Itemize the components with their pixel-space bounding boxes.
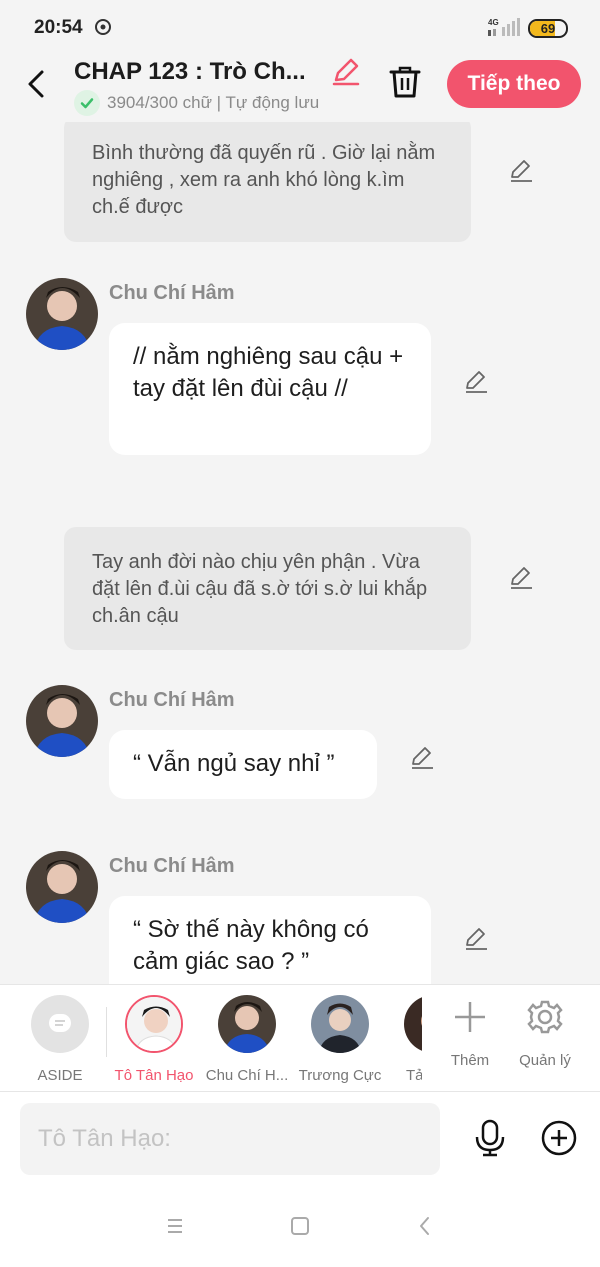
alarm-icon (95, 19, 111, 35)
edit-pencil-icon[interactable] (508, 564, 534, 590)
plus-icon (455, 1002, 485, 1032)
message-bubble[interactable]: “ Sờ thế này không có cảm giác sao ? ” (109, 896, 431, 984)
manage-label: Quản lý (519, 1052, 571, 1069)
trash-icon[interactable] (388, 64, 422, 100)
avatar[interactable] (26, 851, 98, 923)
word-count-row: 3904/300 chữ | Tự động lưu (74, 90, 319, 116)
character-label: Chu Chí H... (205, 1067, 289, 1084)
system-nav-bar (0, 1188, 600, 1267)
message-bubble[interactable]: “ Vẫn ngủ say nhỉ ” (109, 730, 377, 799)
editor-header: CHAP 123 : Trò Ch... 3904/300 chữ | Tự đ… (0, 56, 600, 122)
chat-area[interactable]: Bình thường đã quyến rũ . Giờ lại nằm ng… (0, 122, 600, 984)
character-label: Tô Tân Hạo (114, 1067, 194, 1084)
input-row (0, 1092, 600, 1188)
message-input[interactable] (20, 1103, 440, 1175)
character-label: Trương Cực (298, 1067, 382, 1084)
avatar (311, 995, 369, 1053)
character-label: ASIDE (37, 1067, 83, 1084)
check-icon (74, 90, 100, 116)
signal-icon: 4G (488, 18, 520, 36)
gear-icon (527, 1000, 563, 1034)
message-text: “ Sờ thế này không có cảm giác sao ? ” (133, 916, 369, 975)
avatar (125, 995, 183, 1053)
aside-text: Bình thường đã quyến rũ . Giờ lại nằm ng… (92, 142, 436, 218)
speaker-name: Chu Chí Hâm (109, 689, 235, 711)
aside-text: Tay anh đời nào chịu yên phận . Vừa đặt … (92, 551, 428, 627)
menu-icon[interactable] (163, 1214, 187, 1238)
edit-pencil-icon[interactable] (463, 368, 489, 394)
back-icon[interactable] (413, 1214, 437, 1238)
aside-message[interactable]: Bình thường đã quyến rũ . Giờ lại nằm ng… (64, 122, 471, 242)
divider (106, 1007, 107, 1057)
battery-indicator: 69 (528, 19, 568, 38)
edit-pencil-icon[interactable] (463, 925, 489, 951)
home-icon[interactable] (288, 1214, 312, 1238)
add-circle-icon[interactable] (540, 1119, 578, 1157)
aside-message[interactable]: Tay anh đời nào chịu yên phận . Vừa đặt … (64, 527, 471, 650)
character-chu-chi-ham[interactable]: Chu Chí H... (202, 995, 292, 1084)
network-type: 4G (488, 18, 499, 27)
status-time: 20:54 (34, 17, 83, 38)
microphone-icon[interactable] (470, 1118, 510, 1158)
message-text: // nằm nghiêng sau cậu + tay đặt lên đùi… (133, 343, 404, 402)
speaker-name: Chu Chí Hâm (109, 282, 235, 304)
edit-pencil-icon[interactable] (409, 744, 435, 770)
character-to-tan-hao[interactable]: Tô Tân Hạo (109, 995, 199, 1084)
avatar (218, 995, 276, 1053)
message-text: “ Vẫn ngủ say nhỉ ” (133, 750, 335, 777)
next-button[interactable]: Tiếp theo (447, 60, 581, 108)
edit-pencil-icon[interactable] (508, 157, 534, 183)
speaker-name: Chu Chí Hâm (109, 855, 235, 877)
character-label: Tả (406, 1067, 422, 1084)
battery-level: 69 (540, 21, 556, 36)
character-truong-cuc[interactable]: Trương Cực (295, 995, 385, 1084)
edit-title-pencil-icon[interactable] (330, 56, 362, 88)
character-partial[interactable]: Tả (404, 995, 422, 1085)
avatar (404, 995, 422, 1053)
back-arrow-icon[interactable] (22, 66, 52, 102)
aside-icon (31, 995, 89, 1053)
manage-characters-button[interactable]: Quản lý (500, 997, 590, 1069)
chapter-title[interactable]: CHAP 123 : Trò Ch... (74, 58, 306, 86)
character-selector: ASIDE Tô Tân Hạo Chu Chí H... Trương Cực… (0, 984, 600, 1092)
character-aside[interactable]: ASIDE (15, 995, 105, 1084)
avatar[interactable] (26, 278, 98, 350)
message-bubble[interactable]: // nằm nghiêng sau cậu + tay đặt lên đùi… (109, 323, 431, 455)
status-bar: 20:54 4G 69 (0, 0, 600, 56)
word-count-text: 3904/300 chữ | Tự động lưu (107, 93, 320, 112)
avatar[interactable] (26, 685, 98, 757)
